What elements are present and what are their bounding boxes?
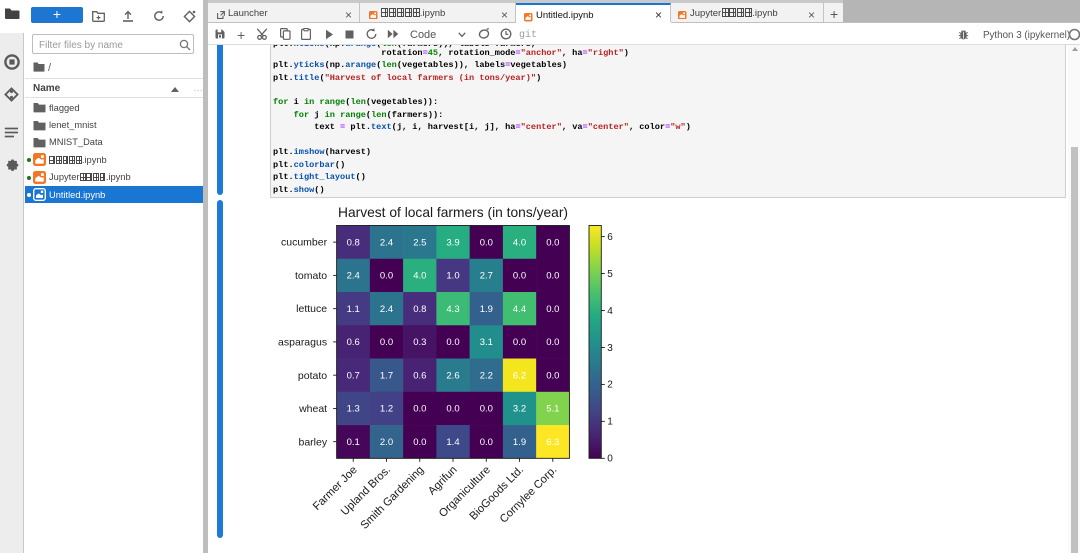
- svg-text:0.8: 0.8: [347, 237, 360, 248]
- svg-text:1.2: 1.2: [380, 404, 393, 415]
- svg-text:2: 2: [607, 380, 613, 391]
- svg-text:barley: barley: [298, 436, 327, 448]
- svg-text:1.4: 1.4: [446, 437, 459, 448]
- svg-text:0.0: 0.0: [446, 337, 459, 348]
- svg-text:1.0: 1.0: [446, 271, 459, 282]
- svg-text:4.4: 4.4: [513, 304, 526, 315]
- svg-text:5.1: 5.1: [546, 404, 559, 415]
- svg-text:0.0: 0.0: [546, 271, 559, 282]
- svg-text:cucumber: cucumber: [281, 237, 328, 249]
- svg-text:2.2: 2.2: [480, 370, 493, 381]
- svg-text:0.6: 0.6: [413, 370, 426, 381]
- svg-text:0.0: 0.0: [513, 337, 526, 348]
- svg-text:0.0: 0.0: [380, 271, 393, 282]
- svg-text:3.9: 3.9: [446, 237, 459, 248]
- svg-text:0.0: 0.0: [546, 237, 559, 248]
- svg-text:0.0: 0.0: [546, 337, 559, 348]
- svg-text:1.9: 1.9: [480, 304, 493, 315]
- svg-text:0.0: 0.0: [480, 237, 493, 248]
- svg-text:0.8: 0.8: [413, 304, 426, 315]
- svg-text:5: 5: [607, 269, 613, 280]
- svg-text:asparagus: asparagus: [278, 337, 327, 349]
- svg-text:4.0: 4.0: [513, 237, 526, 248]
- svg-text:0.0: 0.0: [546, 304, 559, 315]
- svg-text:2.4: 2.4: [380, 237, 393, 248]
- svg-text:2.7: 2.7: [480, 271, 493, 282]
- svg-text:0.0: 0.0: [380, 337, 393, 348]
- svg-text:wheat: wheat: [298, 403, 327, 415]
- svg-text:lettuce: lettuce: [296, 303, 327, 315]
- svg-text:0.0: 0.0: [413, 437, 426, 448]
- svg-text:1.3: 1.3: [347, 404, 360, 415]
- svg-text:Cornylee Corp.: Cornylee Corp.: [498, 464, 560, 526]
- svg-text:1.1: 1.1: [347, 304, 360, 315]
- svg-text:0.0: 0.0: [413, 404, 426, 415]
- svg-text:3.2: 3.2: [513, 404, 526, 415]
- svg-text:1: 1: [607, 417, 613, 428]
- svg-text:4.0: 4.0: [413, 271, 426, 282]
- svg-text:0.0: 0.0: [546, 370, 559, 381]
- svg-text:0.0: 0.0: [480, 437, 493, 448]
- svg-text:2.6: 2.6: [446, 370, 459, 381]
- svg-text:tomato: tomato: [295, 270, 327, 282]
- svg-text:6.2: 6.2: [513, 370, 526, 381]
- svg-text:3.1: 3.1: [480, 337, 493, 348]
- svg-text:1.7: 1.7: [380, 370, 393, 381]
- svg-text:potato: potato: [298, 370, 327, 382]
- svg-text:0.7: 0.7: [347, 370, 360, 381]
- svg-text:0.1: 0.1: [347, 437, 360, 448]
- svg-text:2.0: 2.0: [380, 437, 393, 448]
- svg-text:0.0: 0.0: [513, 271, 526, 282]
- svg-text:3: 3: [607, 343, 613, 354]
- svg-text:0.0: 0.0: [480, 404, 493, 415]
- svg-text:0.0: 0.0: [446, 404, 459, 415]
- svg-text:6: 6: [607, 232, 613, 243]
- svg-text:2.5: 2.5: [413, 237, 426, 248]
- svg-text:Smith Gardening: Smith Gardening: [358, 464, 426, 532]
- svg-text:4.3: 4.3: [446, 304, 459, 315]
- svg-text:0.6: 0.6: [347, 337, 360, 348]
- svg-text:Harvest of local farmers (in t: Harvest of local farmers (in tons/year): [338, 205, 568, 220]
- svg-text:2.4: 2.4: [380, 304, 393, 315]
- svg-text:1.9: 1.9: [513, 437, 526, 448]
- svg-text:0: 0: [607, 454, 613, 465]
- svg-text:0.3: 0.3: [413, 337, 426, 348]
- svg-text:2.4: 2.4: [347, 271, 360, 282]
- svg-text:6.3: 6.3: [546, 437, 559, 448]
- svg-text:4: 4: [607, 306, 613, 317]
